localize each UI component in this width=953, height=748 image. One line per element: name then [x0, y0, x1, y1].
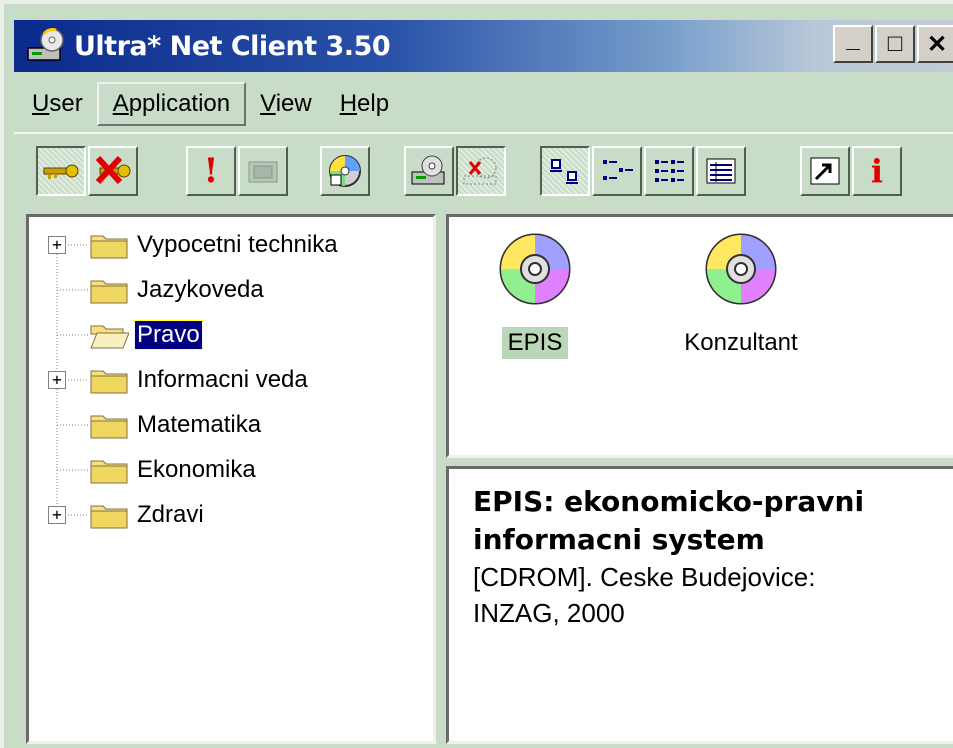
large-icons-view-button[interactable] [540, 146, 590, 196]
alert-button[interactable]: ! [186, 146, 236, 196]
tree-label: Jazykoveda [137, 276, 264, 303]
folder-icon [90, 370, 128, 394]
category-tree[interactable]: + + + Vypocetni technika Jazykoveda Prav… [26, 214, 436, 744]
app-label-konzultant: Konzultant [684, 329, 798, 356]
shortcut-button[interactable] [800, 146, 850, 196]
close-icon: ✕ [926, 30, 948, 58]
tree-item-zdravi[interactable]: Zdravi [89, 492, 206, 538]
large-icons-view-icon [550, 159, 578, 184]
cd-icon [705, 233, 777, 305]
toolbar-separator [14, 132, 953, 134]
close-button[interactable]: ✕ [917, 25, 953, 63]
details-view-icon [706, 158, 736, 184]
tree-item-pravo[interactable]: Pravo [89, 312, 203, 358]
menu-user-accel: U [32, 90, 50, 117]
folder-icon [90, 235, 128, 259]
app-label-epis: EPIS [501, 327, 569, 359]
cd-export-button[interactable] [320, 146, 370, 196]
menu-view-label: iew [275, 90, 312, 117]
menu-user-label: ser [49, 90, 83, 117]
detail-pane: EPIS: ekonomicko-pravni informacni syste… [446, 466, 953, 744]
toolbar: ! i [14, 142, 953, 204]
menu-application-accel: A [112, 90, 129, 117]
login-button[interactable] [36, 146, 86, 196]
tree-label: Matematika [137, 411, 262, 438]
folder-icon [90, 460, 128, 484]
window-title: Ultra* Net Client 3.50 [74, 30, 391, 62]
app-icon[interactable] [26, 26, 70, 66]
detail-title-line2: informacni system [473, 523, 765, 556]
cd-drive-icon [411, 155, 445, 185]
tree-item-matematika[interactable]: Matematika [89, 402, 263, 448]
expand-vypocetni-technika[interactable]: + [48, 236, 66, 254]
folder-icon [90, 415, 128, 439]
menu-help[interactable]: Help [326, 84, 403, 124]
folder-icon [90, 280, 128, 304]
logout-key-icon [95, 155, 131, 185]
menu-user[interactable]: User [18, 84, 97, 124]
tree-label: Vypocetni technika [137, 231, 338, 258]
login-key-icon [43, 164, 79, 179]
tree-label: Informacni veda [137, 366, 308, 393]
tree-label: Ekonomika [137, 456, 256, 483]
open-folder-icon [90, 325, 129, 349]
details-view-button[interactable] [696, 146, 746, 196]
list-view-icon [655, 160, 684, 182]
small-icons-view-icon [603, 160, 633, 180]
info-button[interactable]: i [852, 146, 902, 196]
tree-item-informacni-veda[interactable]: Informacni veda [89, 357, 310, 403]
list-view-button[interactable] [644, 146, 694, 196]
detail-body-line1: [CDROM]. Ceske Budejovice: [473, 562, 816, 592]
menu-application[interactable]: Application [96, 82, 247, 126]
cd-drive-button[interactable] [404, 146, 454, 196]
small-icons-view-button[interactable] [592, 146, 642, 196]
maximize-icon: □ [887, 30, 903, 57]
app-item-epis[interactable]: EPIS [475, 231, 595, 359]
tree-item-vypocetni-technika[interactable]: Vypocetni technika [89, 222, 340, 268]
info-icon: i [870, 152, 884, 190]
tree-item-ekonomika[interactable]: Ekonomika [89, 447, 258, 493]
application-list[interactable]: EPIS Konzultant [446, 214, 953, 458]
expand-zdravi[interactable]: + [48, 506, 66, 524]
menu-bar: User Application View Help [18, 80, 403, 128]
menu-view[interactable]: View [246, 84, 326, 124]
cd-icon [499, 233, 571, 305]
tree-label: Zdravi [137, 501, 204, 528]
folder-icon [90, 505, 128, 529]
cd-disconnect-button[interactable] [456, 146, 506, 196]
maximize-button[interactable]: □ [875, 25, 915, 63]
menu-help-accel: H [339, 90, 358, 117]
disabled-folder-icon [248, 161, 278, 183]
cd-export-icon [329, 155, 361, 187]
tree-item-jazykoveda[interactable]: Jazykoveda [89, 267, 266, 313]
menu-view-accel: V [260, 90, 276, 117]
menu-application-label: pplication [128, 90, 231, 117]
alert-icon: ! [203, 151, 219, 191]
menu-help-label: elp [357, 90, 390, 117]
detail-title-line1: EPIS: ekonomicko-pravni [473, 485, 865, 518]
minimize-icon: _ [846, 26, 860, 53]
app-item-konzultant[interactable]: Konzultant [671, 231, 811, 359]
main-window: Ultra* Net Client 3.50 _ □ ✕ User Applic… [0, 0, 953, 748]
tree-label-selected: Pravo [134, 320, 203, 350]
cd-disconnect-icon [463, 157, 497, 185]
detail-body-line2: INZAG, 2000 [473, 598, 625, 628]
title-bar[interactable]: Ultra* Net Client 3.50 _ □ ✕ [14, 20, 953, 72]
logout-button[interactable] [88, 146, 138, 196]
shortcut-icon [810, 157, 840, 185]
minimize-button[interactable]: _ [833, 25, 873, 63]
folder-button-disabled[interactable] [238, 146, 288, 196]
expand-informacni-veda[interactable]: + [48, 371, 66, 389]
